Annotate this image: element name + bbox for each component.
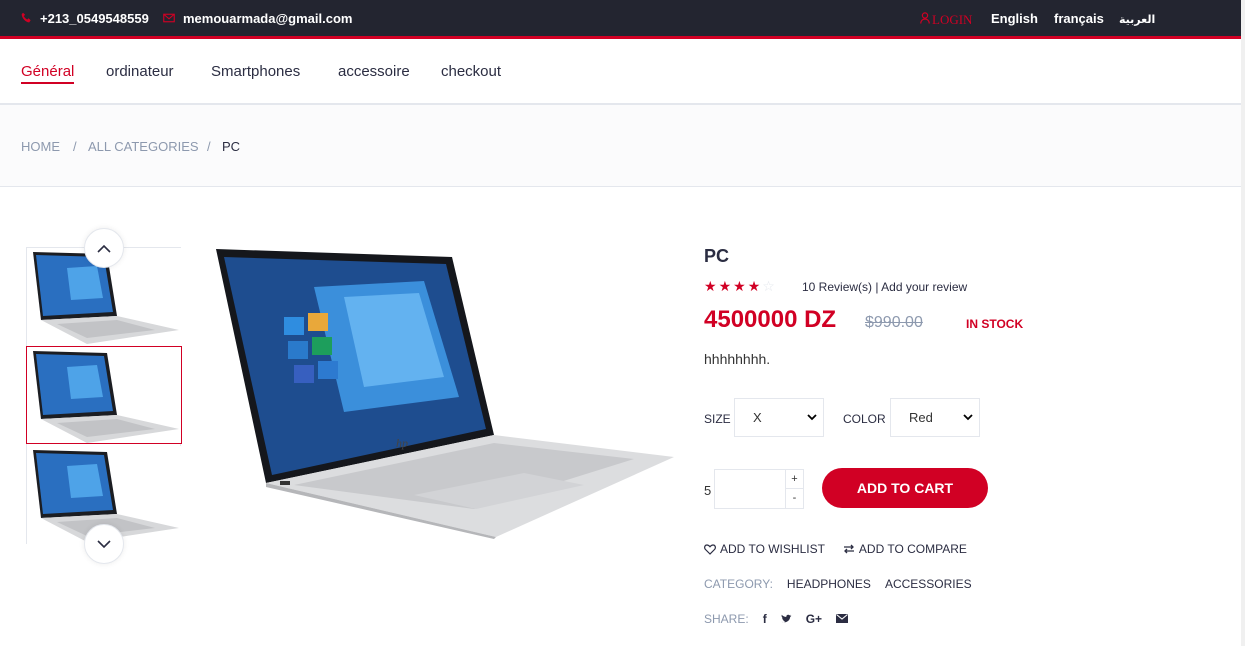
category-label: CATEGORY: (704, 577, 773, 591)
nav-item-checkout[interactable]: checkout (441, 63, 501, 80)
product-description: hhhhhhhh. (704, 351, 771, 367)
exchange-icon (843, 544, 854, 554)
color-select[interactable]: Red (890, 398, 980, 437)
breadcrumb-current: PC (222, 139, 241, 154)
heart-icon (704, 543, 716, 555)
product-action-links: ADD TO WISHLIST ADD TO COMPARE (704, 542, 967, 556)
product-title: PC (704, 246, 730, 266)
email-address: memouarmada@gmail.com (183, 11, 353, 26)
phone-contact[interactable]: +213_0549548559 (21, 11, 149, 26)
phone-number: +213_0549548559 (40, 11, 149, 26)
quantity-input[interactable] (715, 470, 787, 508)
thumbnail-prev-button[interactable] (84, 228, 124, 268)
wishlist-label: ADD TO WISHLIST (720, 542, 825, 556)
product-main-image[interactable]: hp (214, 247, 676, 539)
login-label: LOGIN (932, 12, 973, 27)
svg-text:hp: hp (396, 436, 408, 450)
nav-item-general[interactable]: Général (21, 63, 75, 84)
star-icon: ★ (747, 278, 761, 294)
stock-status: IN STOCK (966, 317, 1024, 331)
category-link-headphones[interactable]: HEADPHONES (787, 577, 871, 591)
star-icon: ★ (733, 278, 746, 294)
color-selected-value: Red (909, 410, 933, 425)
product-categories: CATEGORY: HEADPHONES ACCESSORIES (704, 577, 972, 591)
facebook-icon[interactable]: f (763, 612, 767, 626)
product-price: 4500000 DZ (704, 306, 837, 333)
chevron-down-icon (97, 539, 111, 548)
product-rating: ★ ★ ★ ★ ☆ (704, 278, 775, 295)
page-scrollbar[interactable] (1241, 0, 1245, 646)
lang-english[interactable]: English (991, 11, 1038, 26)
breadcrumb-separator: / (207, 139, 211, 154)
breadcrumb: HOME / ALL CATEGORIES / PC (0, 105, 1245, 187)
share-section: SHARE: f G+ (704, 612, 849, 626)
add-to-cart-button[interactable]: ADD TO CART (822, 468, 988, 508)
main-navigation: Général ordinateur Smartphones accessoir… (0, 42, 1245, 105)
user-icon (920, 12, 930, 28)
breadcrumb-separator: / (73, 139, 77, 154)
breadcrumb-home[interactable]: HOME (21, 139, 60, 154)
lang-french[interactable]: français (1054, 11, 1104, 26)
size-label: SIZE (704, 412, 731, 426)
chevron-up-icon (97, 244, 111, 253)
add-to-compare-link[interactable]: ADD TO COMPARE (843, 542, 967, 556)
star-empty-icon: ☆ (762, 278, 775, 294)
top-header-bar: +213_0549548559 memouarmada@gmail.com LO… (0, 0, 1245, 39)
compare-label: ADD TO COMPARE (858, 542, 967, 556)
login-link[interactable]: LOGIN (920, 12, 972, 28)
size-select[interactable]: X (734, 398, 824, 437)
quantity-stepper: + - (714, 469, 804, 509)
envelope-icon[interactable] (836, 612, 849, 626)
nav-item-smartphones[interactable]: Smartphones (211, 63, 300, 80)
thumbnail-next-button[interactable] (84, 524, 124, 564)
chevron-down-icon (963, 410, 973, 424)
quantity-label: 5 (704, 483, 712, 498)
category-link-accessories[interactable]: ACCESSORIES (885, 577, 972, 591)
review-link[interactable]: 10 Review(s) | Add your review (802, 280, 967, 294)
color-label: COLOR (843, 412, 886, 426)
quantity-decrement-button[interactable]: - (785, 489, 803, 508)
phone-icon (21, 12, 32, 26)
product-old-price: $990.00 (865, 314, 923, 331)
add-to-wishlist-link[interactable]: ADD TO WISHLIST (704, 542, 825, 556)
envelope-icon (163, 12, 175, 26)
breadcrumb-all-categories[interactable]: ALL CATEGORIES (88, 139, 199, 154)
thumbnail-gallery (26, 247, 182, 544)
email-contact[interactable]: memouarmada@gmail.com (163, 11, 352, 26)
chevron-down-icon (807, 410, 817, 424)
thumbnail-image-selected[interactable] (26, 346, 182, 444)
star-icon: ★ (704, 278, 717, 294)
nav-item-accessoire[interactable]: accessoire (338, 63, 410, 80)
twitter-icon[interactable] (781, 612, 792, 626)
quantity-increment-button[interactable]: + (785, 470, 803, 489)
lang-arabic[interactable]: العربية (1119, 13, 1155, 26)
size-selected-value: X (753, 410, 762, 425)
google-plus-icon[interactable]: G+ (806, 612, 822, 626)
star-icon: ★ (718, 278, 732, 294)
share-label: SHARE: (704, 612, 749, 626)
nav-item-ordinateur[interactable]: ordinateur (106, 63, 174, 80)
